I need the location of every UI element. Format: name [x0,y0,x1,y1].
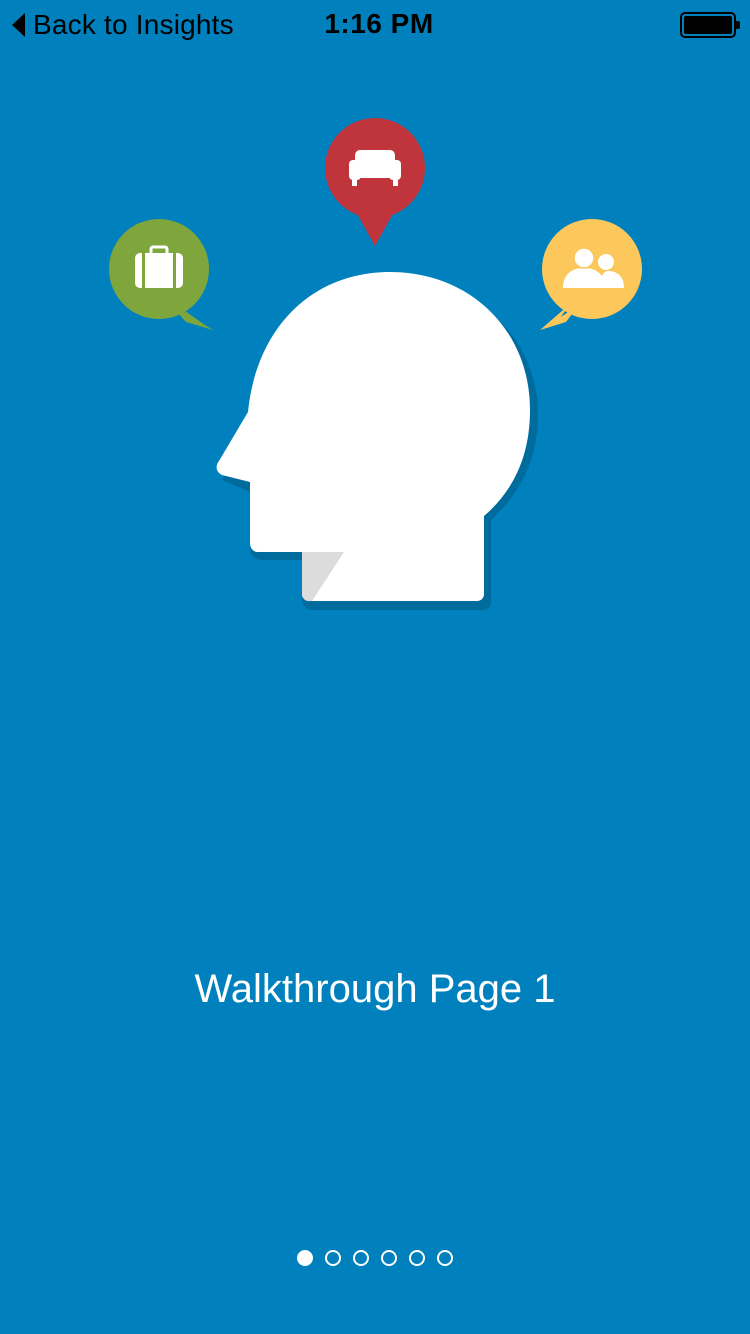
walkthrough-title: Walkthrough Page 1 [194,967,556,1011]
briefcase-icon [135,245,183,288]
walkthrough-illustration [109,118,642,610]
page-dot-2[interactable] [325,1250,341,1266]
page-dot-4[interactable] [381,1250,397,1266]
page-dot-3[interactable] [353,1250,369,1266]
page-dot-5[interactable] [409,1250,425,1266]
page-indicator[interactable] [0,1250,750,1270]
page-dot-1[interactable] [297,1250,313,1266]
sofa-bubble [325,118,425,246]
head-icon [216,272,530,601]
page-dot-6[interactable] [437,1250,453,1266]
people-bubble [540,219,642,330]
briefcase-bubble [109,219,213,330]
